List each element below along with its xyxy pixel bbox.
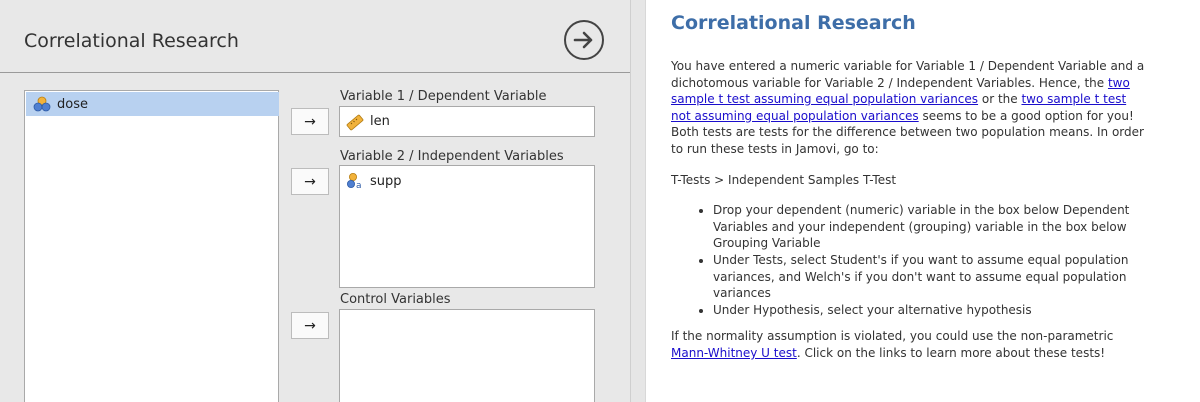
variable2-label: Variable 2 / Independent Variables — [340, 149, 564, 164]
move-to-control-button[interactable]: → — [291, 312, 329, 339]
panel-divider — [630, 0, 631, 402]
nominal-text-variable-icon: a — [347, 173, 362, 190]
list-item-len[interactable]: len — [340, 107, 594, 136]
results-panel: Correlational Research You have entered … — [645, 0, 1200, 402]
list-item: Under Hypothesis, select your alternativ… — [713, 302, 1149, 319]
variable-label: dose — [57, 96, 88, 112]
options-panel: Correlational Research dose → Variable 1… — [0, 0, 631, 402]
control-variables-dropbox[interactable] — [339, 309, 595, 402]
control-variables-label: Control Variables — [340, 292, 451, 307]
link-mann-whitney[interactable]: Mann-Whitney U test — [671, 346, 797, 360]
move-to-variable2-button[interactable]: → — [291, 168, 329, 195]
variable2-dropbox[interactable]: a supp — [339, 165, 595, 288]
menu-path: T-Tests > Independent Samples T-Test — [671, 172, 897, 187]
instructions-list: Drop your dependent (numeric) variable i… — [671, 202, 1149, 318]
options-header: Correlational Research — [0, 0, 630, 73]
list-item-supp[interactable]: a supp — [340, 169, 594, 193]
arrow-right-icon — [573, 31, 593, 49]
normality-paragraph: If the normality assumption is violated,… — [671, 329, 1114, 360]
intro-paragraph: You have entered a numeric variable for … — [671, 59, 1145, 156]
svg-text:a: a — [356, 181, 362, 190]
run-arrow-button[interactable] — [564, 20, 604, 60]
source-variable-list[interactable]: dose — [24, 90, 279, 402]
variable-label: len — [370, 114, 390, 129]
variable1-label: Variable 1 / Dependent Variable — [340, 89, 547, 104]
move-to-variable1-button[interactable]: → — [291, 108, 329, 135]
list-item-dose[interactable]: dose — [26, 92, 279, 116]
list-item: Under Tests, select Student's if you wan… — [713, 252, 1149, 302]
list-item: Drop your dependent (numeric) variable i… — [713, 202, 1149, 252]
continuous-ruler-icon — [346, 114, 364, 130]
analysis-title: Correlational Research — [24, 30, 239, 52]
results-title: Correlational Research — [671, 12, 916, 34]
variable-label: supp — [370, 173, 402, 189]
variable1-dropbox[interactable]: len — [339, 106, 595, 137]
help-text: You have entered a numeric variable for … — [671, 58, 1149, 376]
nominal-variable-icon — [33, 96, 51, 112]
